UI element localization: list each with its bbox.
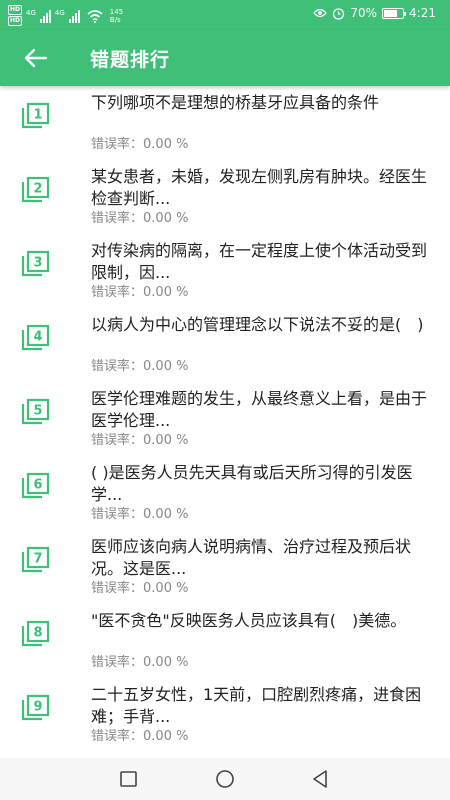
error-rate: 错误率：0.00 % (91, 358, 188, 376)
alarm-icon (333, 7, 345, 20)
wifi-icon (87, 10, 103, 23)
item-number: 6 (33, 478, 42, 493)
list-item[interactable]: 9 二十五岁女性，1天前，口腔剧烈疼痛，进食困难；手背... 错误率：0.00 % (0, 678, 450, 752)
error-rate-label: 错误率： (91, 433, 144, 448)
network-speed-value: 145 (109, 8, 124, 16)
numbered-square-icon: 4 (21, 324, 50, 351)
numbered-square-icon: 8 (21, 620, 50, 647)
list-item[interactable]: 3 对传染病的隔离，在一定程度上使个体活动受到限制，因... 错误率：0.00 % (0, 234, 450, 308)
question-text: 某女患者，未婚，发现左侧乳房有肿块。经医生检查判断... (91, 167, 428, 208)
item-number: 7 (33, 552, 42, 567)
error-rate-label: 错误率： (91, 581, 144, 596)
item-number: 5 (33, 404, 42, 419)
error-rate-value: 0.00 % (143, 729, 189, 744)
signal-icon-2 (68, 9, 80, 23)
numbered-square-icon: 6 (21, 472, 50, 499)
item-number: 2 (33, 182, 42, 197)
numbered-square-icon: 9 (21, 694, 50, 721)
error-rate-label: 错误率： (91, 137, 144, 152)
question-text: "医不贪色"反映医务人员应该具有( )美德。 (91, 611, 407, 630)
question-text: 医师应该向病人说明病情、治疗过程及预后状况。这是医... (91, 537, 412, 578)
error-rate: 错误率：0.00 % (91, 654, 188, 672)
error-rate-value: 0.00 % (143, 507, 189, 522)
error-rate-value: 0.00 % (143, 359, 189, 374)
error-rate-label: 错误率： (91, 211, 144, 226)
question-text: 医学伦理难题的发生，从最终意义上看，是由于医学伦理... (91, 389, 428, 430)
error-rate-value: 0.00 % (143, 581, 189, 596)
clock: 4:21 (409, 6, 436, 20)
network-speed: 145 B/s (110, 8, 123, 24)
error-rate-value: 0.00 % (143, 137, 189, 152)
error-rate: 错误率：0.00 % (91, 728, 188, 746)
eye-icon (313, 8, 328, 18)
error-rate-value: 0.00 % (143, 211, 189, 226)
error-rate: 错误率：0.00 % (91, 432, 188, 450)
numbered-square-icon: 5 (21, 398, 50, 425)
page-title: 错题排行 (90, 49, 171, 71)
error-rate-label: 错误率： (91, 729, 144, 744)
status-left: HD HD 4G 4G 145 B/s (8, 5, 123, 27)
list-item[interactable]: 8 "医不贪色"反映医务人员应该具有( )美德。 错误率：0.00 % (0, 604, 450, 678)
signal-icon (39, 9, 51, 23)
item-number: 3 (33, 256, 42, 271)
list-item[interactable]: 4 以病人为中心的管理理念以下说法不妥的是( ) 错误率：0.00 % (0, 308, 450, 382)
item-number: 1 (33, 108, 42, 123)
error-rate-value: 0.00 % (143, 655, 189, 670)
numbered-square-icon: 1 (21, 102, 50, 129)
battery-fill (384, 9, 397, 17)
list-item[interactable]: 6 ( )是医务人员先天具有或后天所习得的引发医学... 错误率：0.00 % (0, 456, 450, 530)
question-text: 以病人为中心的管理理念以下说法不妥的是( ) (91, 315, 424, 334)
error-rate: 错误率：0.00 % (91, 210, 188, 228)
error-rate-label: 错误率： (91, 655, 144, 670)
battery-icon (382, 7, 407, 19)
error-rate-value: 0.00 % (143, 433, 189, 448)
error-rate-value: 0.00 % (143, 285, 189, 300)
list-item[interactable]: 2 某女患者，未婚，发现左侧乳房有肿块。经医生检查判断... 错误率：0.00 % (0, 160, 450, 234)
wrong-question-list: 1 下列哪项不是理想的桥基牙应具备的条件 错误率：0.00 % 2 某女患者，未婚，发现… (0, 86, 450, 758)
battery-percent: 70% (350, 6, 378, 20)
question-text: 二十五岁女性，1天前，口腔剧烈疼痛，进食困难；手背... (91, 685, 422, 726)
error-rate: 错误率：0.00 % (91, 506, 188, 524)
numbered-square-icon: 2 (21, 176, 50, 203)
error-rate-label: 错误率： (91, 507, 144, 522)
item-number: 4 (33, 330, 42, 345)
list-item[interactable]: 1 下列哪项不是理想的桥基牙应具备的条件 错误率：0.00 % (0, 86, 450, 160)
question-text: 下列哪项不是理想的桥基牙应具备的条件 (91, 93, 380, 112)
numbered-square-icon: 7 (21, 546, 50, 573)
hd-badges: HD HD (8, 5, 23, 27)
error-rate: 错误率：0.00 % (91, 136, 188, 154)
status-bar: HD HD 4G 4G 145 B/s 70% 4:21 (0, 0, 450, 30)
app-bar: 错题排行 (0, 30, 450, 86)
network-type-2: 4G (54, 9, 65, 17)
error-rate: 错误率：0.00 % (91, 580, 188, 598)
numbered-square-icon: 3 (21, 250, 50, 277)
error-rate-label: 错误率： (91, 285, 144, 300)
recent-apps-icon[interactable] (118, 768, 140, 790)
error-rate: 错误率：0.00 % (91, 284, 188, 302)
status-right: 70% 4:21 (313, 6, 436, 20)
list-item[interactable]: 7 医师应该向病人说明病情、治疗过程及预后状况。这是医... 错误率：0.00 % (0, 530, 450, 604)
question-text: 对传染病的隔离，在一定程度上使个体活动受到限制，因... (91, 241, 428, 282)
back-arrow-icon[interactable] (22, 44, 50, 72)
network-type-1: 4G (26, 9, 36, 17)
network-speed-unit: B/s (109, 16, 121, 24)
system-nav-bar (0, 758, 450, 800)
item-number: 9 (33, 700, 42, 715)
hd-badge-1: HD (8, 5, 23, 15)
back-nav-icon[interactable] (309, 768, 331, 790)
home-icon[interactable] (214, 768, 236, 790)
list-item[interactable]: 5 医学伦理难题的发生，从最终意义上看，是由于医学伦理... 错误率：0.00 % (0, 382, 450, 456)
hd-badge-2: HD (8, 16, 23, 26)
question-text: ( )是医务人员先天具有或后天所习得的引发医学... (91, 463, 413, 504)
error-rate-label: 错误率： (91, 359, 144, 374)
item-number: 8 (33, 626, 42, 641)
